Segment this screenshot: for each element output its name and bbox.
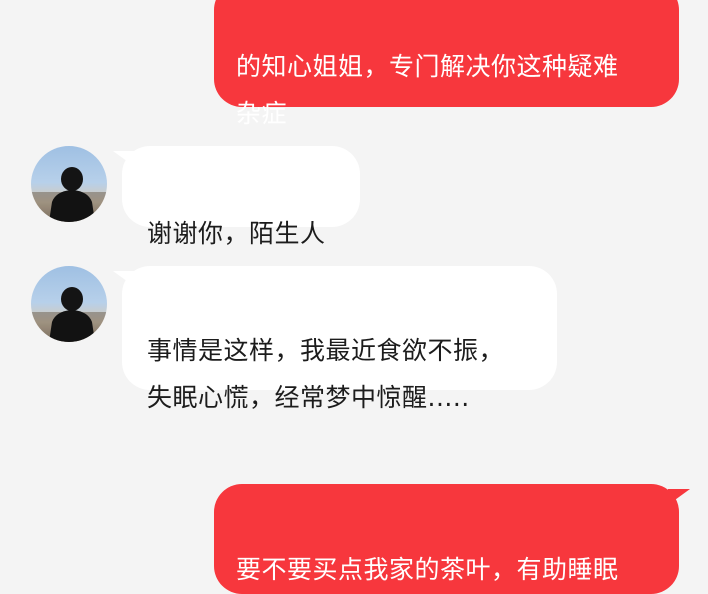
message-text: 事情是这样，我最近食欲不振， 失眠心慌，经常梦中惊醒.....	[147, 336, 505, 412]
message-bubble-incoming[interactable]: 谢谢你，陌生人	[122, 146, 360, 248]
message-bubble-outgoing[interactable]: 要不要买点我家的茶叶，有助睡眠	[214, 484, 679, 594]
message-text: 要不要买点我家的茶叶，有助睡眠	[236, 555, 619, 584]
message-text: 的知心姐姐，专门解决你这种疑难 杂症	[236, 52, 619, 128]
person-silhouette-avatar-icon	[31, 287, 107, 342]
chat-thread: 的知心姐姐，专门解决你这种疑难 杂症 谢谢你，陌生人 事情是这样，我最近食欲不振…	[0, 0, 708, 594]
avatar[interactable]	[31, 266, 107, 342]
person-silhouette-avatar-icon	[31, 167, 107, 222]
message-bubble-outgoing[interactable]: 的知心姐姐，专门解决你这种疑难 杂症	[214, 0, 679, 128]
message-text: 谢谢你，陌生人	[147, 219, 326, 248]
avatar[interactable]	[31, 146, 107, 222]
message-bubble-incoming[interactable]: 事情是这样，我最近食欲不振， 失眠心慌，经常梦中惊醒.....	[122, 266, 557, 412]
